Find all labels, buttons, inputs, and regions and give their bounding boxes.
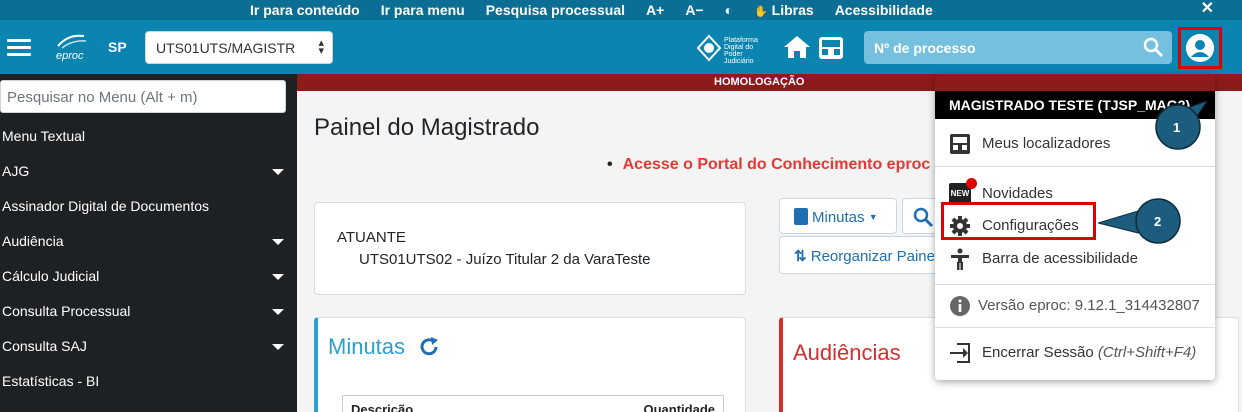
menu-item-label: Encerrar Sessão (Ctrl+Shift+F4) — [982, 344, 1196, 361]
logout-icon — [950, 343, 970, 363]
libras-link[interactable]: ✋ Libras — [754, 2, 814, 18]
bullet: • — [607, 156, 613, 173]
user-avatar-icon — [1186, 34, 1214, 62]
contrast-icon[interactable]: ◐ — [725, 2, 733, 18]
refresh-icon[interactable] — [418, 336, 440, 358]
caret-down-icon: ▼ — [868, 212, 878, 222]
column-header-quantity: Quantidade — [643, 402, 715, 412]
minutas-dropdown-button[interactable]: Minutas ▼ — [779, 198, 897, 234]
user-menu-button[interactable] — [1178, 27, 1222, 69]
font-decrease-button[interactable]: A− — [685, 2, 703, 18]
logout-shortcut: (Ctrl+Shift+F4) — [1097, 344, 1197, 361]
link-skip-to-content[interactable]: Ir para conteúdo — [250, 2, 360, 18]
caret-down-icon — [272, 344, 284, 350]
sort-arrows-icon: ▴ ▾ — [318, 37, 324, 57]
callout-2-pointer — [1098, 198, 1181, 244]
process-search-input[interactable]: Nº de processo — [864, 31, 1172, 64]
accessibility-bar: Ir para conteúdo Ir para menu Pesquisa p… — [0, 0, 1242, 20]
sidebar-item-consulta-saj[interactable]: Consulta SAJ — [2, 338, 292, 358]
column-header-description: Descrição — [351, 402, 414, 412]
inbox-icon — [950, 134, 970, 154]
reorganize-panel-button[interactable]: ⇅ Reorganizar Painel — [779, 236, 939, 274]
sidebar-item-label: AJG — [2, 163, 30, 179]
state-label: SP — [108, 39, 127, 55]
version-text: Versão eproc: 9.12.1_314432807 — [978, 297, 1200, 314]
menu-search-input[interactable]: Pesquisar no Menu (Alt + m) — [0, 80, 286, 113]
divider — [935, 166, 1215, 167]
pdpj-text: Plataforma Digital do Poder Judiciário — [724, 37, 758, 65]
hamburger-menu-icon[interactable] — [7, 39, 31, 57]
link-skip-to-menu[interactable]: Ir para menu — [381, 2, 465, 18]
portal-link-text: Acesse o Portal do Conhecimento eproc — [622, 156, 931, 173]
process-search-placeholder: Nº de processo — [874, 40, 976, 56]
inbox-icon[interactable] — [817, 35, 845, 61]
reorganize-label: Reorganizar Painel — [810, 248, 939, 265]
pdpj-diamond-icon — [696, 34, 722, 62]
top-header: eproc SP UTS01UTS/MAGISTR ▴ ▾ Plataforma … — [0, 20, 1242, 74]
sidebar-item-calculo-judicial[interactable]: Cálculo Judicial — [2, 268, 292, 288]
sidebar-item-label: Consulta Processual — [2, 303, 131, 319]
sidebar-item-consulta-processual[interactable]: Consulta Processual — [2, 303, 292, 323]
environment-band — [935, 74, 1215, 91]
menu-item-label: Novidades — [982, 185, 1053, 202]
sidebar-item-label: Assinador Digital de Documentos — [2, 198, 209, 214]
actuant-label: ATUANTE — [337, 229, 406, 246]
divider — [935, 327, 1215, 328]
portal-link[interactable]: • Acesse o Portal do Conhecimento eproc — [607, 156, 930, 174]
new-badge-text: NEW — [950, 189, 970, 198]
link-process-search[interactable]: Pesquisa processual — [486, 2, 625, 18]
actuant-value: UTS01UTS02 - Juízo Titular 2 da VaraTest… — [359, 251, 651, 268]
sidebar-item-label: Consulta SAJ — [2, 338, 87, 354]
font-increase-button[interactable]: A+ — [646, 2, 664, 18]
logo-text: eproc — [56, 50, 84, 62]
caret-down-icon — [272, 309, 284, 315]
sidebar-item-ajg[interactable]: AJG — [2, 163, 292, 183]
callout-1-number: 1 — [1173, 120, 1181, 135]
actuant-card: ATUANTE UTS01UTS02 - Juízo Titular 2 da … — [314, 202, 746, 295]
caret-down-icon — [272, 169, 284, 175]
minutas-table-header: Descrição Quantidade — [342, 395, 724, 412]
eproc-swoosh-icon — [57, 34, 87, 49]
close-icon[interactable]: ✕ — [1201, 0, 1214, 18]
search-icon[interactable] — [1142, 36, 1164, 58]
accessibility-link[interactable]: Acessibilidade — [835, 2, 933, 18]
accessibility-person-icon — [951, 248, 969, 270]
info-icon — [950, 296, 970, 316]
sort-arrows-icon: ⇅ — [794, 248, 807, 265]
sidebar-item-label: Menu Textual — [2, 128, 86, 144]
search-icon — [913, 207, 934, 228]
accessibility-links: Ir para conteúdo Ir para menu Pesquisa p… — [250, 0, 933, 20]
sidebar-item-menu-textual[interactable]: Menu Textual — [2, 128, 292, 148]
minutas-panel-title: Minutas — [328, 334, 406, 359]
environment-label: HOMOLOGAÇÃO — [714, 76, 805, 88]
pdpj-logo[interactable]: Plataforma Digital do Poder Judiciário — [696, 34, 766, 65]
sidebar: Pesquisar no Menu (Alt + m) Menu Textual… — [0, 74, 297, 412]
unit-select-value: UTS01UTS/MAGISTR — [156, 40, 296, 56]
document-icon — [794, 208, 808, 225]
sidebar-item-assinador[interactable]: Assinador Digital de Documentos — [2, 198, 292, 218]
sidebar-item-label: Cálculo Judicial — [2, 268, 100, 284]
unit-select[interactable]: UTS01UTS/MAGISTR ▴ ▾ — [145, 31, 333, 64]
configuracoes-highlight — [941, 202, 1096, 240]
page-title: Painel do Magistrado — [314, 114, 540, 141]
caret-down-icon — [272, 239, 284, 245]
menu-item-label: Meus localizadores — [982, 135, 1111, 152]
divider — [935, 284, 1215, 285]
sidebar-item-label: Estatísticas - BI — [2, 373, 100, 389]
sidebar-item-label: Audiência — [2, 233, 64, 249]
notification-dot — [966, 178, 977, 189]
logout-label: Encerrar Sessão — [982, 344, 1094, 361]
minutas-button-label: Minutas — [812, 209, 865, 226]
hands-icon: ✋ — [754, 6, 768, 18]
home-icon[interactable] — [783, 34, 811, 60]
caret-down-icon — [272, 274, 284, 280]
sidebar-item-estatisticas[interactable]: Estatísticas - BI — [2, 373, 292, 393]
minutas-panel: Minutas Descrição Quantidade — [314, 317, 746, 412]
sidebar-item-audiencia[interactable]: Audiência — [2, 233, 292, 253]
audiencias-panel-title: Audiências — [793, 340, 901, 365]
menu-item-label: Barra de acessibilidade — [982, 250, 1138, 267]
callout-2-number: 2 — [1154, 214, 1162, 229]
eproc-logo[interactable]: eproc — [54, 32, 90, 64]
libras-label: Libras — [771, 2, 814, 18]
